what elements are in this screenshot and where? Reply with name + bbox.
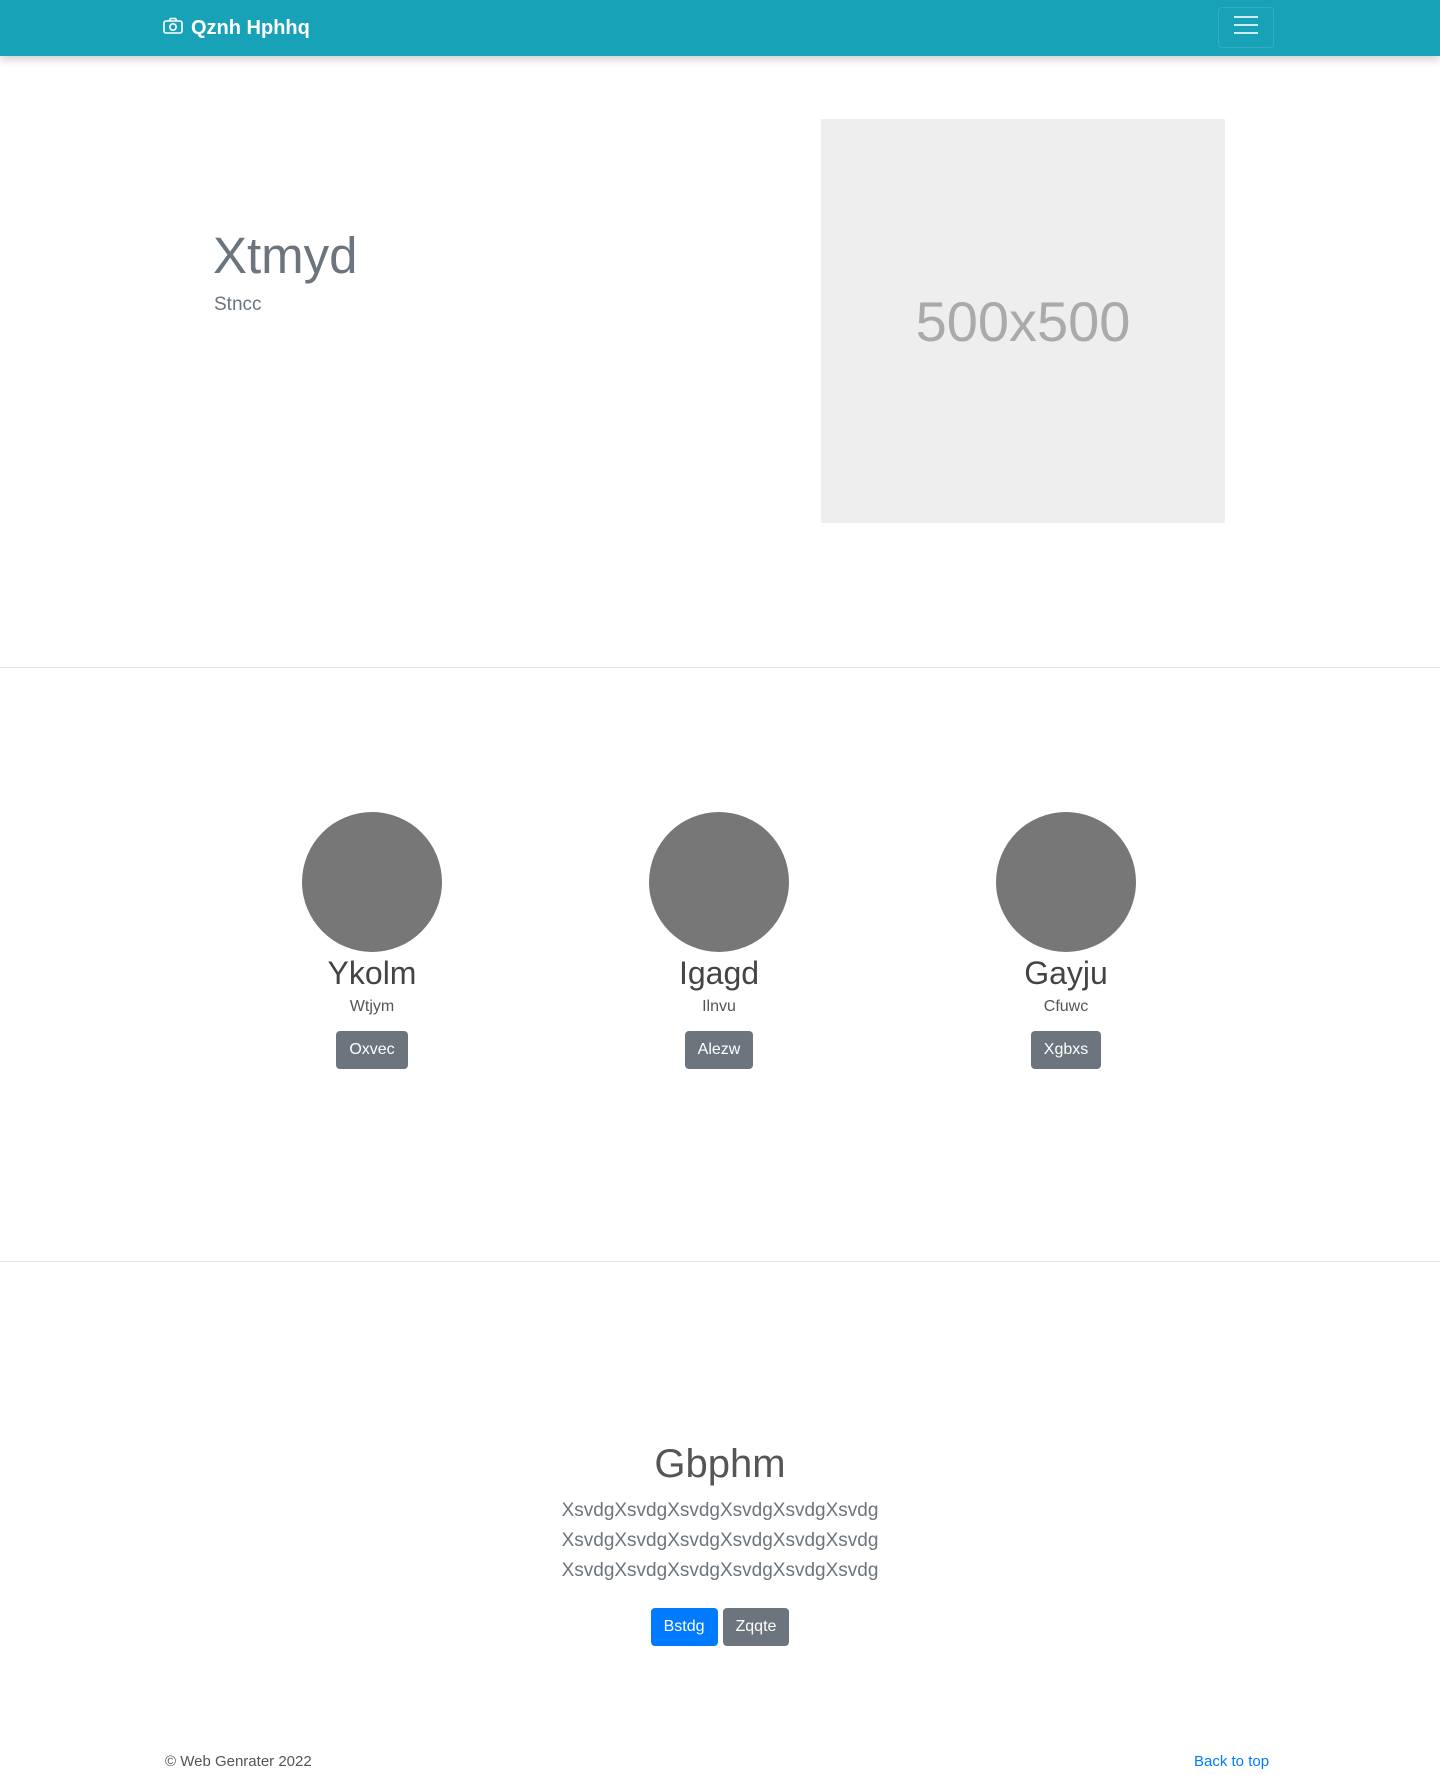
copyright-text: © Web Genrater 2022 [165, 1753, 312, 1770]
team-card: Ykolm Wtjym Oxvec [272, 812, 472, 1070]
hero-subtitle: Stncc [214, 294, 262, 315]
cta-section: Gbphm XsvdgXsvdgXsvdgXsvdgXsvdgXsvdg Xsv… [0, 1440, 1440, 1646]
camera-icon [163, 17, 183, 40]
member-action-button[interactable]: Alezw [684, 1031, 754, 1070]
member-name: Gayju [1024, 955, 1108, 991]
hamburger-menu-icon [1233, 15, 1259, 40]
cta-buttons: Bstdg Zqqte [0, 1608, 1440, 1646]
secondary-cta-button[interactable]: Zqqte [722, 1608, 790, 1646]
cta-text: XsvdgXsvdgXsvdgXsvdgXsvdgXsvdg XsvdgXsvd… [0, 1496, 1440, 1586]
section-divider [0, 667, 1440, 668]
hero-title: Xtmyd [213, 227, 358, 284]
brand-name: Qznh Hphhq [191, 16, 310, 39]
section-divider [0, 1261, 1440, 1262]
member-action-button[interactable]: Xgbxs [1030, 1031, 1102, 1070]
avatar [649, 812, 789, 952]
placeholder-image-label: 500x500 [915, 289, 1131, 353]
back-to-top-link[interactable]: Back to top [1194, 1753, 1269, 1770]
member-name: Igagd [678, 955, 760, 991]
navbar: Qznh Hphhq [0, 0, 1440, 56]
member-action-button[interactable]: Oxvec [336, 1031, 408, 1070]
hero-placeholder-image: 500x500 [821, 119, 1225, 523]
cta-text-line: XsvdgXsvdgXsvdgXsvdgXsvdgXsvdg [561, 1500, 879, 1521]
member-role: Wtjym [349, 998, 395, 1016]
cta-text-line: XsvdgXsvdgXsvdgXsvdgXsvdgXsvdg [561, 1530, 879, 1551]
primary-cta-button[interactable]: Bstdg [650, 1608, 718, 1646]
member-name: Ykolm [327, 955, 417, 991]
cta-text-line: XsvdgXsvdgXsvdgXsvdgXsvdgXsvdg [561, 1560, 879, 1581]
navbar-toggle-button[interactable] [1218, 7, 1274, 48]
brand-link[interactable]: Qznh Hphhq [163, 16, 310, 40]
member-role: Cfuwc [1043, 998, 1089, 1016]
member-role: Ilnvu [702, 998, 736, 1016]
avatar [302, 812, 442, 952]
cta-title: Gbphm [654, 1442, 786, 1486]
avatar [996, 812, 1136, 952]
team-card: Igagd Ilnvu Alezw [619, 812, 819, 1070]
team-card: Gayju Cfuwc Xgbxs [966, 812, 1166, 1070]
